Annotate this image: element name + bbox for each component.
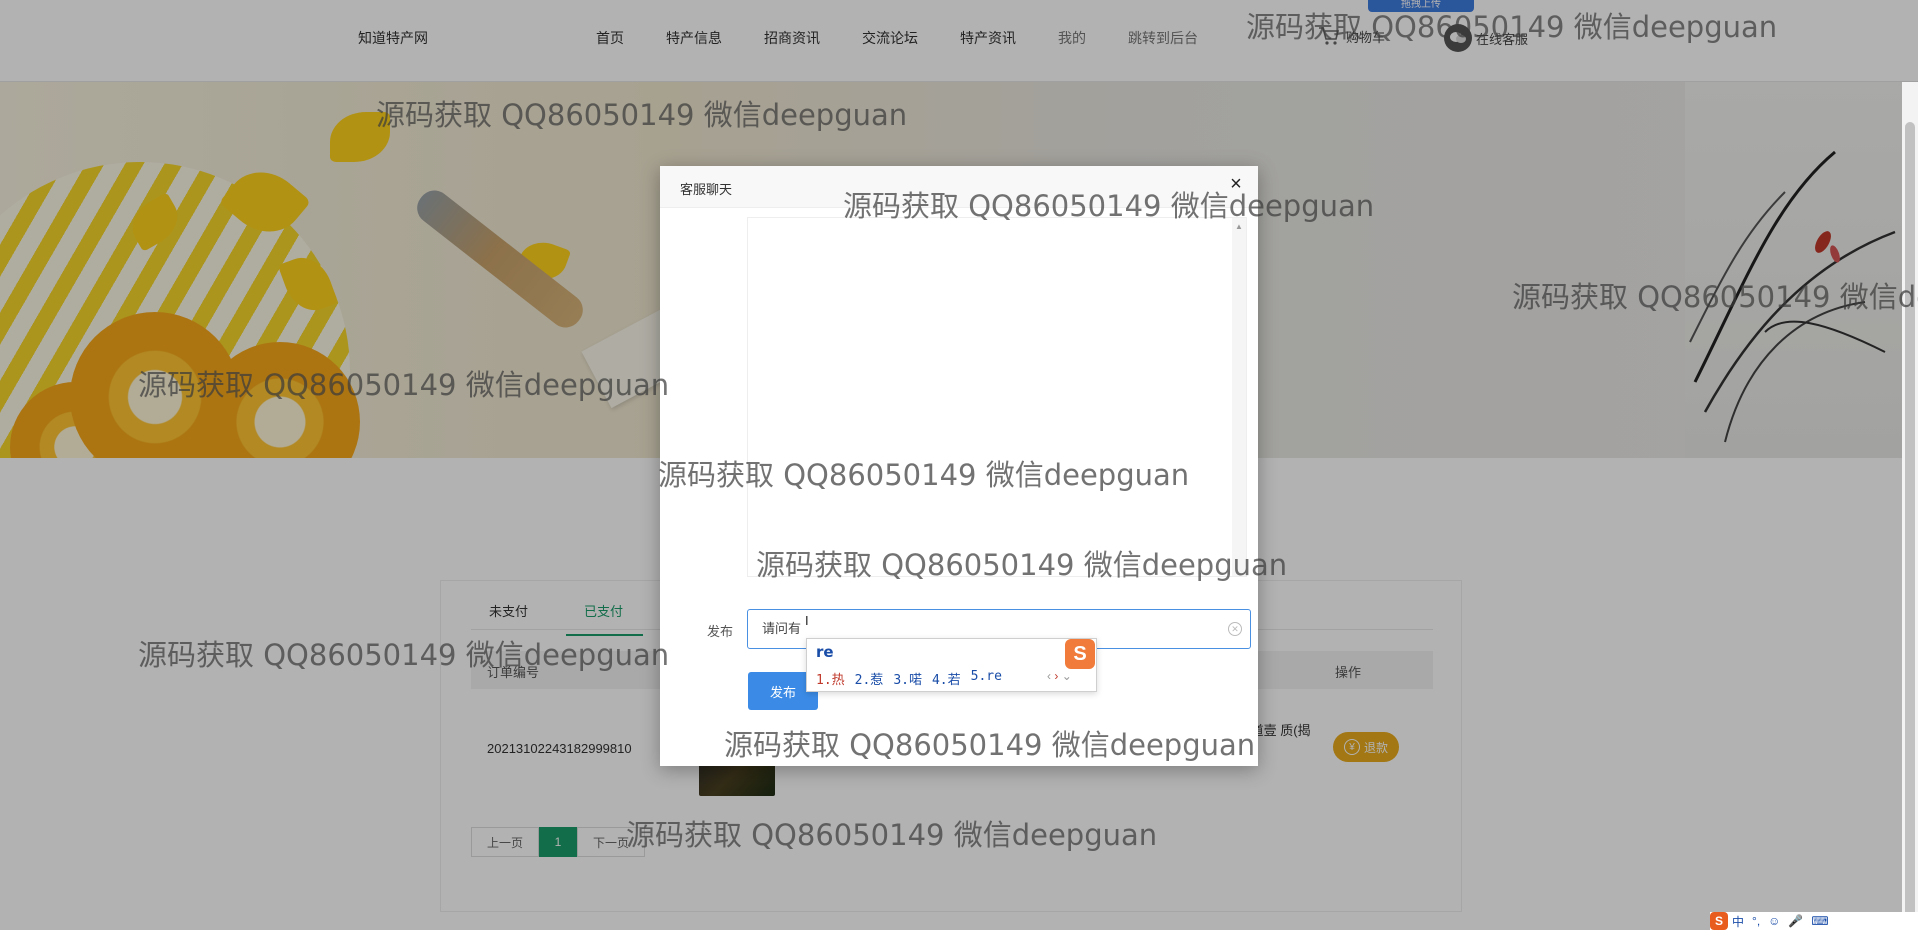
ime-candidate[interactable]: 1.热	[816, 669, 845, 688]
ime-candidates: 1.热 2.惹 3.喏 4.若 5.re	[816, 669, 1012, 688]
ime-candidate[interactable]: 5.re	[971, 669, 1002, 688]
text-cursor-icon: I	[805, 613, 809, 628]
ime-prev-icon[interactable]: ‹	[1047, 669, 1051, 683]
scroll-up-icon[interactable]: ▲	[1235, 222, 1243, 231]
ime-toolbar: S 中 °, ☺ 🎤 ⌨	[1710, 912, 1918, 930]
ime-expand-icon[interactable]: ⌄	[1062, 669, 1072, 683]
publish-label: 发布	[707, 624, 734, 639]
sogou-tray-icon[interactable]: S	[1710, 912, 1728, 930]
ime-candidate[interactable]: 4.若	[932, 669, 961, 688]
modal-title: 客服聊天	[680, 182, 733, 197]
close-icon[interactable]: ×	[1226, 174, 1246, 194]
tray-punct-toggle[interactable]: °,	[1752, 914, 1760, 928]
modal-header: 客服聊天 ×	[660, 166, 1258, 208]
chat-history[interactable]: ▲	[747, 217, 1247, 577]
clear-input-icon[interactable]: ✕	[1228, 622, 1242, 636]
tray-mic-icon[interactable]: 🎤	[1788, 914, 1803, 928]
ime-candidate-window: re S 1.热 2.惹 3.喏 4.若 5.re ‹ › ⌄	[806, 638, 1097, 692]
ime-candidate[interactable]: 2.惹	[855, 669, 884, 688]
tray-keyboard-icon[interactable]: ⌨	[1811, 914, 1828, 928]
page-scrollbar[interactable]	[1902, 82, 1918, 930]
sogou-logo-icon: S	[1065, 639, 1095, 669]
ime-candidate[interactable]: 3.喏	[893, 669, 922, 688]
chat-scrollbar[interactable]: ▲	[1232, 218, 1246, 576]
tray-emoji-icon[interactable]: ☺	[1768, 914, 1780, 928]
ime-page-nav: ‹ › ⌄	[1047, 669, 1072, 683]
tray-lang-toggle[interactable]: 中	[1732, 913, 1744, 930]
page-scrollbar-thumb[interactable]	[1905, 122, 1915, 922]
ime-composition: re	[816, 643, 834, 661]
ime-next-icon[interactable]: ›	[1054, 669, 1058, 683]
